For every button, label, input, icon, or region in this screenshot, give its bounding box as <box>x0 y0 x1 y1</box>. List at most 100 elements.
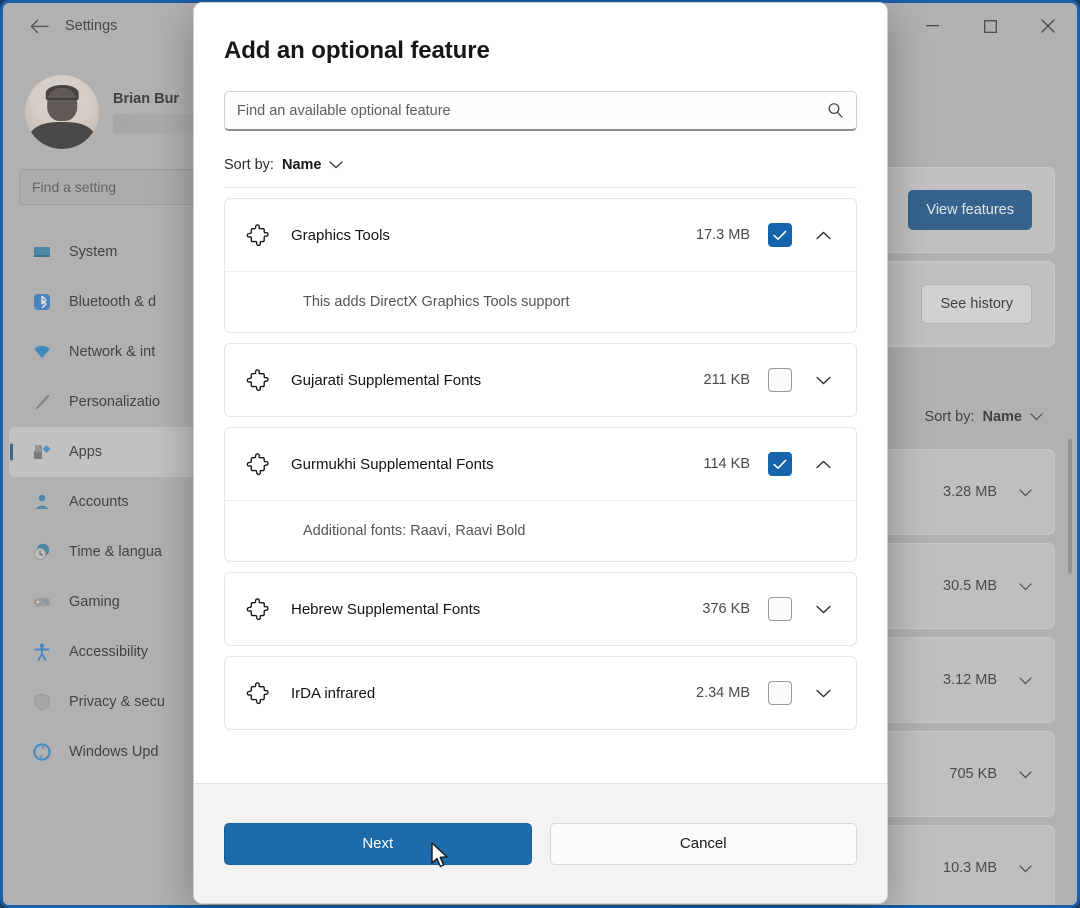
dialog-footer: Next Cancel <box>194 783 887 903</box>
chevron-down-icon <box>1019 485 1032 500</box>
sidebar-item-apps[interactable]: Apps <box>9 427 197 477</box>
sidebar-item-network[interactable]: Network & int <box>9 327 197 377</box>
search-input[interactable] <box>237 102 827 119</box>
update-icon <box>31 741 53 763</box>
feature-checkbox[interactable] <box>768 681 792 705</box>
clock-icon <box>31 541 53 563</box>
feature-item[interactable]: IrDA infrared 2.34 MB <box>224 656 857 730</box>
row-size: 3.28 MB <box>943 484 997 500</box>
apps-icon <box>31 441 53 463</box>
sidebar-item-windows-update[interactable]: Windows Upd <box>9 727 197 777</box>
see-history-button[interactable]: See history <box>921 284 1032 324</box>
row-size: 30.5 MB <box>943 578 997 594</box>
sidebar-item-privacy[interactable]: Privacy & secu <box>9 677 197 727</box>
puzzle-piece-icon <box>245 222 271 248</box>
row-size: 3.12 MB <box>943 672 997 688</box>
feature-checkbox[interactable] <box>768 452 792 476</box>
feature-checkbox[interactable] <box>768 223 792 247</box>
feature-item[interactable]: Hebrew Supplemental Fonts 376 KB <box>224 572 857 646</box>
maximize-button[interactable] <box>961 3 1019 49</box>
feature-name: Graphics Tools <box>291 226 390 244</box>
shield-icon <box>31 691 53 713</box>
gamepad-icon <box>31 591 53 613</box>
sidebar-item-label: Bluetooth & d <box>69 294 157 310</box>
chevron-down-icon <box>1030 409 1043 425</box>
close-button[interactable] <box>1019 3 1077 49</box>
feature-header[interactable]: Hebrew Supplemental Fonts 376 KB <box>225 573 856 645</box>
list-divider <box>224 187 857 188</box>
feature-header[interactable]: Graphics Tools 17.3 MB <box>225 199 856 271</box>
feature-name: Gurmukhi Supplemental Fonts <box>291 455 494 473</box>
add-optional-feature-dialog: Add an optional feature Sort by: Name <box>193 2 888 904</box>
sidebar-item-label: Accounts <box>69 494 129 510</box>
chevron-down-icon <box>1019 579 1032 594</box>
puzzle-piece-icon <box>245 367 271 393</box>
chevron-down-icon[interactable] <box>806 363 840 397</box>
avatar <box>25 75 99 149</box>
chevron-down-icon[interactable] <box>806 592 840 626</box>
feature-size: 114 KB <box>703 456 751 472</box>
feature-item[interactable]: Graphics Tools 17.3 MB This adds DirectX… <box>224 198 857 333</box>
content-sort-by-prefix: Sort by: <box>924 409 975 425</box>
view-features-button[interactable]: View features <box>908 190 1032 230</box>
dialog-sort-by[interactable]: Sort by: Name <box>224 157 857 173</box>
feature-item[interactable]: Gurmukhi Supplemental Fonts 114 KB Addit… <box>224 427 857 562</box>
back-arrow-icon <box>30 19 49 33</box>
chevron-up-icon[interactable] <box>806 218 840 252</box>
feature-name: IrDA infrared <box>291 684 376 702</box>
feature-header[interactable]: IrDA infrared 2.34 MB <box>225 657 856 729</box>
back-button[interactable] <box>17 10 61 42</box>
feature-search-box[interactable] <box>224 91 857 131</box>
window-title: Settings <box>65 18 118 34</box>
sidebar-item-label: Time & langua <box>69 544 162 560</box>
feature-item[interactable]: Gujarati Supplemental Fonts 211 KB <box>224 343 857 417</box>
chevron-down-icon <box>329 158 344 172</box>
feature-header[interactable]: Gujarati Supplemental Fonts 211 KB <box>225 344 856 416</box>
sidebar-item-label: Privacy & secu <box>69 694 165 710</box>
search-icon[interactable] <box>827 102 844 119</box>
sidebar-item-label: Accessibility <box>69 644 148 660</box>
sidebar-nav: System Bluetooth & d Network & int Perso… <box>3 227 203 777</box>
puzzle-piece-icon <box>245 451 271 477</box>
sidebar-item-accounts[interactable]: Accounts <box>9 477 197 527</box>
sidebar-item-time-language[interactable]: Time & langua <box>9 527 197 577</box>
content-scrollbar[interactable] <box>1068 439 1072 574</box>
sort-by-value: Name <box>281 157 322 173</box>
sidebar-item-gaming[interactable]: Gaming <box>9 577 197 627</box>
feature-size: 211 KB <box>703 372 751 388</box>
window-controls <box>903 3 1077 49</box>
sidebar-item-label: Apps <box>69 444 103 460</box>
feature-checkbox[interactable] <box>768 368 792 392</box>
person-icon <box>31 491 53 513</box>
dialog-body: Add an optional feature Sort by: Name <box>194 3 887 783</box>
row-size: 10.3 MB <box>943 860 997 876</box>
chevron-up-icon[interactable] <box>806 447 840 481</box>
feature-checkbox[interactable] <box>768 597 792 621</box>
sidebar-item-label: Personalizatio <box>69 394 161 410</box>
minimize-icon <box>925 25 939 27</box>
sidebar-item-personalization[interactable]: Personalizatio <box>9 377 197 427</box>
profile-name: Brian Bur <box>113 91 180 107</box>
cancel-button[interactable]: Cancel <box>549 822 857 865</box>
close-icon <box>1041 19 1055 33</box>
feature-name: Gujarati Supplemental Fonts <box>291 371 482 389</box>
row-size: 705 KB <box>949 766 997 782</box>
profile-section[interactable]: Brian Bur <box>3 61 229 157</box>
feature-size: 376 KB <box>702 601 750 617</box>
next-button[interactable]: Next <box>224 822 532 865</box>
feature-size: 17.3 MB <box>696 227 750 243</box>
chevron-down-icon <box>1019 673 1032 688</box>
sidebar-item-bluetooth[interactable]: Bluetooth & d <box>9 277 197 327</box>
sidebar-item-accessibility[interactable]: Accessibility <box>9 627 197 677</box>
sort-by-prefix: Sort by: <box>224 157 274 173</box>
find-a-setting-input[interactable]: Find a setting <box>19 169 215 205</box>
dialog-title: Add an optional feature <box>224 37 490 64</box>
chevron-down-icon[interactable] <box>806 676 840 710</box>
content-sort-by[interactable]: Sort by: Name <box>925 409 1043 425</box>
maximize-icon <box>983 19 997 33</box>
minimize-button[interactable] <box>903 3 961 49</box>
accessibility-icon <box>31 641 53 663</box>
sidebar-item-system[interactable]: System <box>9 227 197 277</box>
bluetooth-icon <box>31 291 53 313</box>
feature-header[interactable]: Gurmukhi Supplemental Fonts 114 KB <box>225 428 856 500</box>
